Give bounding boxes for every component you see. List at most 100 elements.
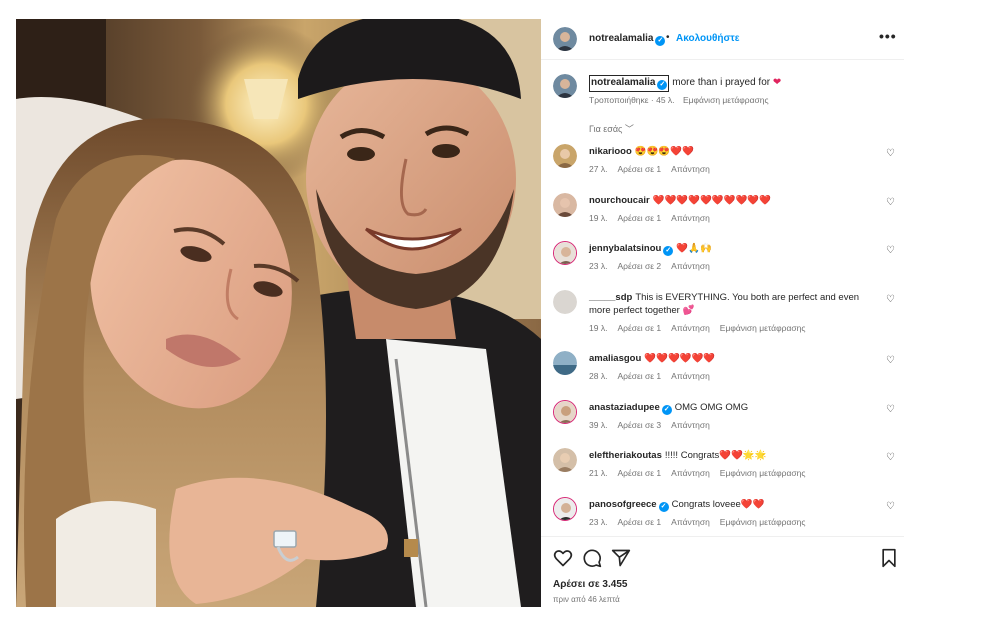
- reply-link[interactable]: Απάντηση: [671, 468, 710, 478]
- small-heart-icon[interactable]: ♡: [886, 355, 895, 366]
- caption: notrealamalia ✓ more than i prayed for ❤: [589, 75, 781, 92]
- caption-translate-link[interactable]: Εμφάνιση μετάφρασης: [683, 95, 769, 105]
- post-side-panel: notrealamalia ✓ • Ακολουθήστε ••• notreal…: [541, 19, 904, 607]
- author-username[interactable]: notrealamalia ✓: [589, 33, 666, 46]
- for-you-sort[interactable]: Για εσάς ﹀: [589, 122, 634, 135]
- comment-likes[interactable]: Αρέσει σε 1: [617, 517, 661, 527]
- heart-outline-icon[interactable]: [553, 548, 573, 568]
- verified-badge-icon: ✓: [657, 80, 668, 90]
- comment-time: 19 λ.: [589, 323, 608, 333]
- post-photo[interactable]: [16, 19, 541, 607]
- post-time: πριν από 46 λεπτά: [553, 595, 620, 604]
- reply-link[interactable]: Απάντηση: [671, 517, 710, 527]
- comment-item: nikariooo 😍😍😍❤️❤️ 27 λ. Αρέσει σε 1 Απάντησ…: [541, 141, 904, 187]
- comment-item: jennybalatsinou ✓ ❤️🙏🙌 23 λ. Αρέσει σε 2 Απά…: [541, 238, 904, 284]
- comment-likes[interactable]: Αρέσει σε 2: [617, 261, 661, 271]
- comment-item: panosofgreece ✓ Congrats loveee❤️❤️ 23 λ. Α…: [541, 494, 904, 536]
- reply-link[interactable]: Απάντηση: [671, 213, 710, 223]
- translate-link[interactable]: Εμφάνιση μετάφρασης: [720, 323, 806, 333]
- caption-meta: Τροποποιήθηκε · 45 λ. Εμφάνιση μετάφραση…: [589, 95, 769, 105]
- small-heart-icon[interactable]: ♡: [886, 501, 895, 512]
- red-heart-icon: ❤: [772, 77, 782, 88]
- comment-text: amaliasgou ❤️❤️❤️❤️❤️❤️: [589, 353, 716, 364]
- verified-badge-icon: ✓: [663, 246, 674, 256]
- comment-username[interactable]: jennybalatsinou ✓: [589, 243, 674, 256]
- verified-badge-icon: ✓: [658, 502, 669, 512]
- caption-text: more than i prayed for: [672, 77, 771, 88]
- comment-likes[interactable]: Αρέσει σε 1: [617, 468, 661, 478]
- comment-meta: 19 λ. Αρέσει σε 1 Απάντηση: [589, 213, 720, 223]
- small-heart-icon[interactable]: ♡: [886, 197, 895, 208]
- comment-item: anastaziadupee ✓ OMG OMG OMG 39 λ. Αρέσει σ…: [541, 397, 904, 443]
- small-heart-icon[interactable]: ♡: [886, 245, 895, 256]
- small-heart-icon[interactable]: ♡: [886, 404, 895, 415]
- likes-count[interactable]: Αρέσει σε 3.455: [553, 579, 627, 590]
- comment-likes[interactable]: Αρέσει σε 1: [617, 213, 661, 223]
- comment-avatar[interactable]: [553, 497, 577, 521]
- comment-username[interactable]: nourchoucair: [589, 195, 650, 206]
- comment-likes[interactable]: Αρέσει σε 1: [617, 371, 661, 381]
- comment-time: 23 λ.: [589, 261, 608, 271]
- follow-button[interactable]: Ακολουθήστε: [676, 33, 740, 44]
- reply-link[interactable]: Απάντηση: [671, 261, 710, 271]
- translate-link[interactable]: Εμφάνιση μετάφρασης: [720, 517, 806, 527]
- comment-avatar[interactable]: [553, 144, 577, 168]
- comment-meta: 21 λ. Αρέσει σε 1 Απάντηση Εμφάνιση μετάφρα…: [589, 468, 815, 478]
- comment-avatar[interactable]: [553, 400, 577, 424]
- comment-meta: 27 λ. Αρέσει σε 1 Απάντηση: [589, 164, 720, 174]
- small-heart-icon[interactable]: ♡: [886, 452, 895, 463]
- translate-link[interactable]: Εμφάνιση μετάφρασης: [720, 468, 806, 478]
- caption-avatar[interactable]: [553, 74, 577, 98]
- comment-username[interactable]: _____sdp: [589, 292, 632, 303]
- comment-meta: 19 λ. Αρέσει σε 1 Απάντηση Εμφάνιση μετάφρα…: [589, 323, 815, 333]
- caption-username[interactable]: notrealamalia ✓: [589, 75, 670, 92]
- comment-text: anastaziadupee ✓ OMG OMG OMG: [589, 402, 749, 415]
- comment-text: nikariooo 😍😍😍❤️❤️: [589, 146, 694, 157]
- comment-item: amaliasgou ❤️❤️❤️❤️❤️❤️ 28 λ. Αρέσει σε 1 Α…: [541, 348, 904, 394]
- comment-username[interactable]: panosofgreece ✓: [589, 499, 669, 512]
- more-options-icon[interactable]: •••: [879, 28, 897, 44]
- comment-avatar[interactable]: [553, 241, 577, 265]
- separator-dot: •: [666, 32, 670, 43]
- author-avatar[interactable]: [553, 27, 577, 51]
- reply-link[interactable]: Απάντηση: [671, 371, 710, 381]
- comment-username[interactable]: amaliasgou: [589, 353, 641, 364]
- comment-meta: 23 λ. Αρέσει σε 2 Απάντηση: [589, 261, 720, 271]
- comment-item: eleftheriakoutas!!!!! Congrats❤️❤️🌟🌟 21 …: [541, 445, 904, 491]
- comment-text: _____sdp This is EVERYTHING. You both are…: [589, 292, 860, 316]
- verified-badge-icon: ✓: [655, 36, 666, 46]
- action-bar: Αρέσει σε 3.455 πριν από 46 λεπτά: [541, 536, 904, 607]
- comment-meta: 23 λ. Αρέσει σε 1 Απάντηση Εμφάνιση μετάφρα…: [589, 517, 815, 527]
- reply-link[interactable]: Απάντηση: [671, 323, 710, 333]
- comment-text: eleftheriakoutas!!!!! Congrats❤️❤️🌟🌟: [589, 450, 767, 461]
- reply-link[interactable]: Απάντηση: [671, 420, 710, 430]
- comment-likes[interactable]: Αρέσει σε 1: [617, 164, 661, 174]
- small-heart-icon[interactable]: ♡: [886, 148, 895, 159]
- speech-bubble-icon[interactable]: [582, 548, 602, 568]
- comment-avatar[interactable]: [553, 290, 577, 314]
- comment-likes[interactable]: Αρέσει σε 3: [617, 420, 661, 430]
- comment-time: 23 λ.: [589, 517, 608, 527]
- comment-time: 28 λ.: [589, 371, 608, 381]
- comment-time: 19 λ.: [589, 213, 608, 223]
- comment-avatar[interactable]: [553, 448, 577, 472]
- comment-username[interactable]: eleftheriakoutas: [589, 450, 662, 461]
- comment-text: nourchoucair ❤️❤️❤️❤️❤️❤️❤️❤️❤️❤️: [589, 195, 771, 206]
- comment-text: jennybalatsinou ✓ ❤️🙏🙌: [589, 243, 712, 256]
- comment-time: 39 λ.: [589, 420, 608, 430]
- reply-link[interactable]: Απάντηση: [671, 164, 710, 174]
- caption-edited: Τροποποιήθηκε · 45 λ.: [589, 95, 675, 105]
- post-header: notrealamalia ✓ • Ακολουθήστε •••: [541, 19, 904, 60]
- comment-username[interactable]: anastaziadupee ✓: [589, 402, 672, 415]
- small-heart-icon[interactable]: ♡: [886, 294, 895, 305]
- comment-avatar[interactable]: [553, 193, 577, 217]
- comment-likes[interactable]: Αρέσει σε 1: [617, 323, 661, 333]
- paper-plane-icon[interactable]: [611, 548, 631, 568]
- comment-time: 21 λ.: [589, 468, 608, 478]
- comment-username[interactable]: nikariooo: [589, 146, 632, 157]
- comment-avatar[interactable]: [553, 351, 577, 375]
- comment-item: _____sdp This is EVERYTHING. You both are…: [541, 287, 904, 345]
- comments-section[interactable]: notrealamalia ✓ more than i prayed for ❤ …: [541, 61, 904, 536]
- verified-badge-icon: ✓: [661, 405, 672, 415]
- bookmark-icon[interactable]: [879, 548, 899, 568]
